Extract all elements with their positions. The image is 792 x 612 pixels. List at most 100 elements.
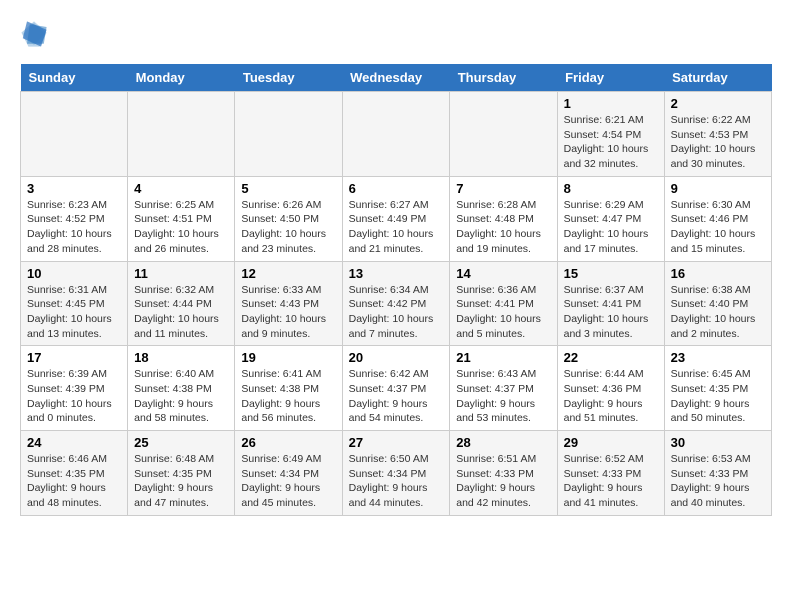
day-number: 15 — [564, 266, 658, 281]
calendar-cell — [235, 92, 342, 177]
calendar-cell: 8Sunrise: 6:29 AM Sunset: 4:47 PM Daylig… — [557, 176, 664, 261]
calendar-cell: 22 Sunrise: 6:44 AM Sunset: 4:36 PM Dayli… — [557, 346, 664, 431]
calendar-cell: 14 Sunrise: 6:36 AM Sunset: 4:41 PM Dayli… — [450, 261, 557, 346]
day-number: 22 — [564, 350, 658, 365]
calendar-cell: 2 Sunrise: 6:22 AM Sunset: 4:53 PM Daylig… — [664, 92, 771, 177]
day-number: 13 — [349, 266, 444, 281]
day-number: 12 — [241, 266, 335, 281]
day-info: Sunrise: 6:21 AM Sunset: 4:54 PM Dayligh… — [564, 113, 658, 172]
day-number: 28 — [456, 435, 550, 450]
calendar-cell: 28Sunrise: 6:51 AM Sunset: 4:33 PM Dayli… — [450, 431, 557, 516]
day-number: 11 — [134, 266, 228, 281]
day-number: 27 — [349, 435, 444, 450]
calendar-cell: 16Sunrise: 6:38 AM Sunset: 4:40 PM Dayli… — [664, 261, 771, 346]
calendar-cell: 23 Sunrise: 6:45 AM Sunset: 4:35 PM Dayli… — [664, 346, 771, 431]
col-wednesday: Wednesday — [342, 64, 450, 92]
day-number: 4 — [134, 181, 228, 196]
day-info: Sunrise: 6:36 AM Sunset: 4:41 PM Dayligh… — [456, 283, 550, 342]
day-number: 26 — [241, 435, 335, 450]
day-info: Sunrise: 6:28 AM Sunset: 4:48 PM Dayligh… — [456, 198, 550, 257]
day-number: 20 — [349, 350, 444, 365]
calendar-cell — [450, 92, 557, 177]
day-info: Sunrise: 6:26 AM Sunset: 4:50 PM Dayligh… — [241, 198, 335, 257]
day-number: 2 — [671, 96, 765, 111]
calendar-cell: 4 Sunrise: 6:25 AM Sunset: 4:51 PM Daylig… — [128, 176, 235, 261]
col-friday: Friday — [557, 64, 664, 92]
day-info: Sunrise: 6:22 AM Sunset: 4:53 PM Dayligh… — [671, 113, 765, 172]
day-number: 24 — [27, 435, 121, 450]
day-info: Sunrise: 6:38 AM Sunset: 4:40 PM Dayligh… — [671, 283, 765, 342]
page-header — [20, 20, 772, 48]
logo — [20, 20, 52, 48]
calendar-cell: 7 Sunrise: 6:28 AM Sunset: 4:48 PM Daylig… — [450, 176, 557, 261]
day-info: Sunrise: 6:49 AM Sunset: 4:34 PM Dayligh… — [241, 452, 335, 511]
day-info: Sunrise: 6:46 AM Sunset: 4:35 PM Dayligh… — [27, 452, 121, 511]
calendar-cell: 3 Sunrise: 6:23 AM Sunset: 4:52 PM Daylig… — [21, 176, 128, 261]
col-tuesday: Tuesday — [235, 64, 342, 92]
day-number: 25 — [134, 435, 228, 450]
day-number: 10 — [27, 266, 121, 281]
day-info: Sunrise: 6:25 AM Sunset: 4:51 PM Dayligh… — [134, 198, 228, 257]
calendar-cell: 20 Sunrise: 6:42 AM Sunset: 4:37 PM Dayli… — [342, 346, 450, 431]
day-info: Sunrise: 6:29 AM Sunset: 4:47 PM Dayligh… — [564, 198, 658, 257]
calendar-cell: 9 Sunrise: 6:30 AM Sunset: 4:46 PM Daylig… — [664, 176, 771, 261]
calendar-cell: 25Sunrise: 6:48 AM Sunset: 4:35 PM Dayli… — [128, 431, 235, 516]
day-info: Sunrise: 6:43 AM Sunset: 4:37 PM Dayligh… — [456, 367, 550, 426]
day-number: 17 — [27, 350, 121, 365]
calendar-cell — [128, 92, 235, 177]
calendar-cell — [21, 92, 128, 177]
day-info: Sunrise: 6:23 AM Sunset: 4:52 PM Dayligh… — [27, 198, 121, 257]
day-number: 7 — [456, 181, 550, 196]
calendar-cell: 1Sunrise: 6:21 AM Sunset: 4:54 PM Daylig… — [557, 92, 664, 177]
day-number: 21 — [456, 350, 550, 365]
day-info: Sunrise: 6:44 AM Sunset: 4:36 PM Dayligh… — [564, 367, 658, 426]
calendar-week-row: 10Sunrise: 6:31 AM Sunset: 4:45 PM Dayli… — [21, 261, 772, 346]
calendar-cell: 26 Sunrise: 6:49 AM Sunset: 4:34 PM Dayli… — [235, 431, 342, 516]
calendar-week-row: 17Sunrise: 6:39 AM Sunset: 4:39 PM Dayli… — [21, 346, 772, 431]
day-info: Sunrise: 6:41 AM Sunset: 4:38 PM Dayligh… — [241, 367, 335, 426]
calendar-header-row: Sunday Monday Tuesday Wednesday Thursday… — [21, 64, 772, 92]
day-number: 18 — [134, 350, 228, 365]
col-monday: Monday — [128, 64, 235, 92]
day-number: 19 — [241, 350, 335, 365]
calendar-cell: 10Sunrise: 6:31 AM Sunset: 4:45 PM Dayli… — [21, 261, 128, 346]
calendar-cell: 29 Sunrise: 6:52 AM Sunset: 4:33 PM Dayli… — [557, 431, 664, 516]
calendar-cell: 17Sunrise: 6:39 AM Sunset: 4:39 PM Dayli… — [21, 346, 128, 431]
day-info: Sunrise: 6:27 AM Sunset: 4:49 PM Dayligh… — [349, 198, 444, 257]
day-number: 29 — [564, 435, 658, 450]
calendar-cell: 13 Sunrise: 6:34 AM Sunset: 4:42 PM Dayli… — [342, 261, 450, 346]
calendar-cell: 11 Sunrise: 6:32 AM Sunset: 4:44 PM Dayli… — [128, 261, 235, 346]
calendar-cell: 24 Sunrise: 6:46 AM Sunset: 4:35 PM Dayli… — [21, 431, 128, 516]
logo-icon — [20, 20, 48, 48]
calendar-cell: 19 Sunrise: 6:41 AM Sunset: 4:38 PM Dayli… — [235, 346, 342, 431]
calendar-cell: 6 Sunrise: 6:27 AM Sunset: 4:49 PM Daylig… — [342, 176, 450, 261]
calendar-table: Sunday Monday Tuesday Wednesday Thursday… — [20, 64, 772, 516]
day-number: 14 — [456, 266, 550, 281]
day-info: Sunrise: 6:50 AM Sunset: 4:34 PM Dayligh… — [349, 452, 444, 511]
day-info: Sunrise: 6:42 AM Sunset: 4:37 PM Dayligh… — [349, 367, 444, 426]
day-info: Sunrise: 6:40 AM Sunset: 4:38 PM Dayligh… — [134, 367, 228, 426]
day-number: 3 — [27, 181, 121, 196]
day-info: Sunrise: 6:45 AM Sunset: 4:35 PM Dayligh… — [671, 367, 765, 426]
day-number: 23 — [671, 350, 765, 365]
calendar-week-row: 1Sunrise: 6:21 AM Sunset: 4:54 PM Daylig… — [21, 92, 772, 177]
calendar-cell: 5Sunrise: 6:26 AM Sunset: 4:50 PM Daylig… — [235, 176, 342, 261]
calendar-cell: 21 Sunrise: 6:43 AM Sunset: 4:37 PM Dayli… — [450, 346, 557, 431]
calendar-cell: 30 Sunrise: 6:53 AM Sunset: 4:33 PM Dayli… — [664, 431, 771, 516]
day-info: Sunrise: 6:53 AM Sunset: 4:33 PM Dayligh… — [671, 452, 765, 511]
col-thursday: Thursday — [450, 64, 557, 92]
day-info: Sunrise: 6:34 AM Sunset: 4:42 PM Dayligh… — [349, 283, 444, 342]
calendar-week-row: 3 Sunrise: 6:23 AM Sunset: 4:52 PM Daylig… — [21, 176, 772, 261]
day-info: Sunrise: 6:52 AM Sunset: 4:33 PM Dayligh… — [564, 452, 658, 511]
day-number: 6 — [349, 181, 444, 196]
day-info: Sunrise: 6:37 AM Sunset: 4:41 PM Dayligh… — [564, 283, 658, 342]
day-info: Sunrise: 6:32 AM Sunset: 4:44 PM Dayligh… — [134, 283, 228, 342]
day-info: Sunrise: 6:33 AM Sunset: 4:43 PM Dayligh… — [241, 283, 335, 342]
day-number: 30 — [671, 435, 765, 450]
calendar-cell: 18 Sunrise: 6:40 AM Sunset: 4:38 PM Dayli… — [128, 346, 235, 431]
day-info: Sunrise: 6:30 AM Sunset: 4:46 PM Dayligh… — [671, 198, 765, 257]
col-sunday: Sunday — [21, 64, 128, 92]
calendar-cell: 12 Sunrise: 6:33 AM Sunset: 4:43 PM Dayli… — [235, 261, 342, 346]
day-number: 9 — [671, 181, 765, 196]
calendar-cell — [342, 92, 450, 177]
